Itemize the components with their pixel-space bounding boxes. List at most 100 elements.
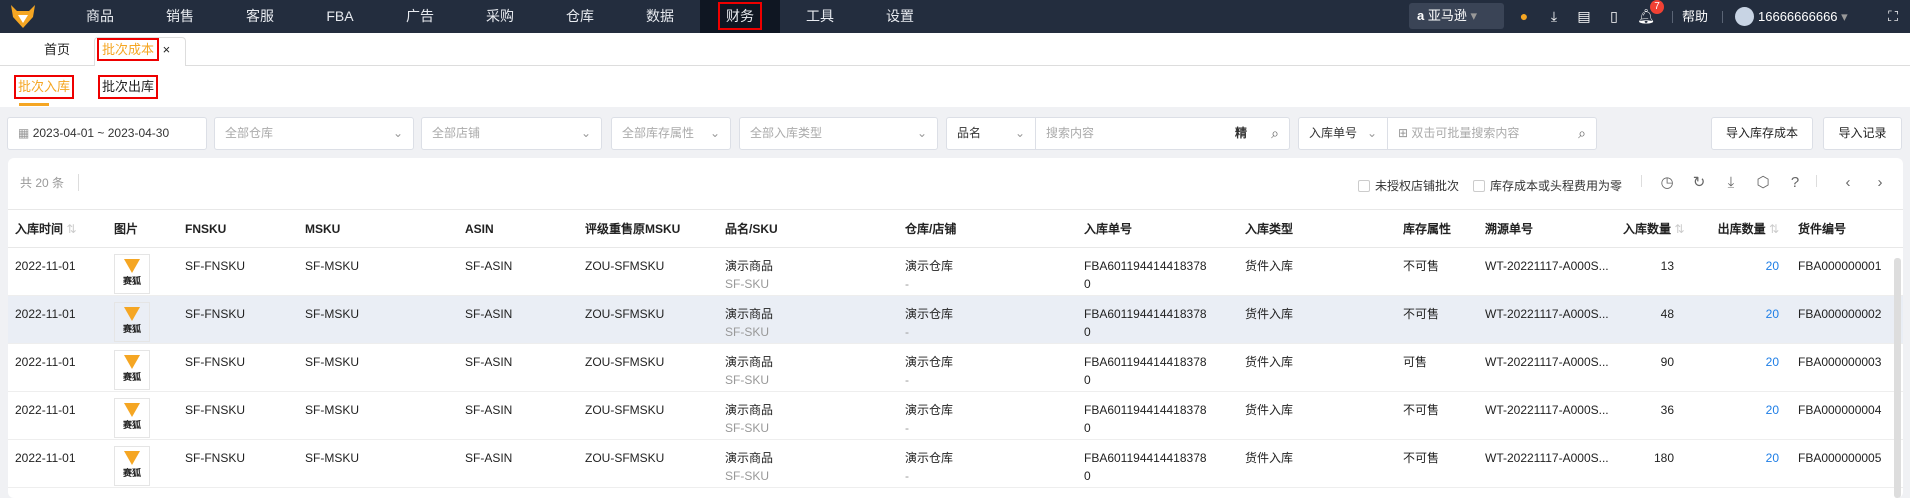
- import-log-button[interactable]: 导入记录: [1823, 117, 1902, 150]
- cell-order2: 0: [1084, 421, 1091, 435]
- column-header[interactable]: MSKU: [298, 209, 458, 248]
- search-field-select[interactable]: 品名 ⌄: [946, 117, 1036, 150]
- nav-item[interactable]: 销售: [140, 0, 220, 33]
- prev-icon[interactable]: ‹: [1838, 173, 1858, 193]
- inbound-type-select[interactable]: 全部入库类型 ⌄: [739, 117, 938, 150]
- product-image[interactable]: 赛狐: [114, 446, 150, 486]
- nav-item[interactable]: 数据: [620, 0, 700, 33]
- warehouse-select[interactable]: 全部仓库 ⌄: [214, 117, 414, 150]
- add-document-icon[interactable]: ▤: [1575, 7, 1593, 25]
- order-field-select[interactable]: 入库单号 ⌄: [1298, 117, 1388, 150]
- divider: [1816, 175, 1817, 187]
- tab-home[interactable]: 首页: [44, 33, 70, 66]
- fox-logo-icon[interactable]: [9, 3, 37, 30]
- cell-name: 演示商品: [725, 451, 774, 465]
- settings-icon[interactable]: ⬡: [1753, 173, 1773, 193]
- search-icon[interactable]: ⌕: [1271, 118, 1279, 149]
- outbound-qty-link[interactable]: 20: [1766, 451, 1779, 465]
- column-header[interactable]: 库存属性: [1396, 209, 1478, 248]
- batch-table: 入库时间 ⇅ 图片 FNSKU MSKU ASIN 评级重售原MSKU 品名/SKU 仓库/店…: [8, 209, 1903, 488]
- sort-icon[interactable]: ⇅: [66, 222, 76, 236]
- nav-item[interactable]: 仓库: [540, 0, 620, 33]
- column-header[interactable]: 出库数量 ⇅: [1686, 209, 1791, 248]
- nav-item[interactable]: 工具: [780, 0, 860, 33]
- column-header[interactable]: 入库数量 ⇅: [1616, 209, 1686, 248]
- stock-attr-select[interactable]: 全部库存属性 ⌄: [611, 117, 731, 150]
- next-icon[interactable]: ›: [1870, 173, 1890, 193]
- zero-cost-checkbox[interactable]: 库存成本或头程费用为零: [1473, 177, 1622, 194]
- import-cost-button[interactable]: 导入库存成本: [1711, 117, 1813, 150]
- table-row[interactable]: 2022-11-01 赛狐 SF-FNSKU SF-MSKU SF-ASIN ZOU-SF…: [8, 439, 1903, 488]
- refresh-icon[interactable]: ↻: [1689, 173, 1709, 193]
- column-header[interactable]: 入库类型: [1238, 209, 1396, 248]
- cell-asin: SF-ASIN: [465, 403, 513, 417]
- table-row[interactable]: 2022-11-01 赛狐 SF-FNSKU SF-MSKU SF-ASIN ZOU-SF…: [8, 391, 1903, 440]
- cell-in: 90: [1660, 355, 1674, 369]
- cell-wh: 演示仓库: [905, 307, 954, 321]
- sort-icon[interactable]: ⇅: [1769, 222, 1779, 236]
- cell-src: WT-20221117-A000S...: [1485, 355, 1609, 369]
- support-icon[interactable]: ●: [1515, 7, 1533, 25]
- outbound-qty-link[interactable]: 20: [1766, 307, 1779, 321]
- search-input[interactable]: 搜索内容精 ⌕: [1035, 117, 1290, 150]
- sort-icon[interactable]: ⇅: [1674, 222, 1684, 236]
- search-icon[interactable]: ⌕: [1578, 118, 1586, 149]
- column-header[interactable]: FNSKU: [178, 209, 298, 248]
- unauthorized-store-checkbox[interactable]: 未授权店铺批次: [1358, 177, 1459, 194]
- nav-item[interactable]: 设置: [860, 0, 940, 33]
- cell-ship: FBA000000004: [1798, 403, 1882, 417]
- product-image[interactable]: 赛狐: [114, 302, 150, 342]
- close-icon[interactable]: ×: [163, 42, 171, 57]
- date-range-picker[interactable]: ▦ 2023-04-01 ~ 2023-04-30: [7, 117, 207, 150]
- table-row[interactable]: 2022-11-01 赛狐 SF-FNSKU SF-MSKU SF-ASIN ZOU-SF…: [8, 295, 1903, 344]
- download-icon[interactable]: ⤓: [1545, 7, 1563, 25]
- table-row[interactable]: 2022-11-01 赛狐 SF-FNSKU SF-MSKU SF-ASIN ZOU-SF…: [8, 343, 1903, 392]
- exact-match-toggle[interactable]: 精: [1235, 118, 1247, 149]
- column-header-label: 库存属性: [1403, 222, 1452, 236]
- column-header-label: 入库单号: [1084, 222, 1133, 236]
- export-download-icon[interactable]: ⤓: [1721, 173, 1741, 193]
- help-icon[interactable]: ?: [1785, 173, 1805, 193]
- product-image[interactable]: 赛狐: [114, 254, 150, 294]
- column-header[interactable]: 货件编号: [1791, 209, 1903, 248]
- nav-item-label: 工具: [806, 8, 834, 24]
- cell-wh: 演示仓库: [905, 403, 954, 417]
- tab-batch-cost[interactable]: 批次成本 ×: [94, 37, 186, 66]
- column-header[interactable]: 溯源单号: [1478, 209, 1616, 248]
- column-header[interactable]: 评级重售原MSKU: [578, 209, 718, 248]
- fullscreen-icon[interactable]: ⛶: [1884, 7, 1902, 25]
- product-image[interactable]: 赛狐: [114, 350, 150, 390]
- nav-item[interactable]: 采购: [460, 0, 540, 33]
- store-select[interactable]: 全部店铺 ⌄: [421, 117, 602, 150]
- nav-item[interactable]: 客服: [220, 0, 300, 33]
- subtab-inbound[interactable]: 批次入库: [14, 75, 75, 99]
- column-header[interactable]: 图片: [107, 209, 178, 248]
- nav-item[interactable]: 广告: [380, 0, 460, 33]
- subtab-outbound[interactable]: 批次出库: [98, 75, 159, 99]
- divider: [1641, 175, 1642, 187]
- column-header[interactable]: 入库单号: [1077, 209, 1238, 248]
- user-menu[interactable]: 16666666666 ▾: [1758, 0, 1848, 33]
- vertical-scrollbar[interactable]: [1894, 258, 1901, 498]
- history-clock-icon[interactable]: ◷: [1657, 173, 1677, 193]
- cell-date: 2022-11-01: [15, 355, 76, 369]
- outbound-qty-link[interactable]: 20: [1766, 259, 1779, 273]
- nav-item[interactable]: 财务: [700, 0, 780, 33]
- nav-item[interactable]: FBA: [300, 0, 380, 33]
- avatar[interactable]: [1735, 7, 1754, 26]
- table-row[interactable]: 2022-11-01 赛狐 SF-FNSKU SF-MSKU SF-ASIN ZOU-SF…: [8, 247, 1903, 296]
- outbound-qty-link[interactable]: 20: [1766, 403, 1779, 417]
- help-link[interactable]: 帮助: [1682, 0, 1708, 33]
- cell-order1: FBA601194414418378: [1084, 403, 1207, 417]
- marketplace-selector[interactable]: a 亚马逊 ▾: [1409, 3, 1504, 29]
- batch-search-input[interactable]: ⊞ 双击可批量搜索内容 ⌕: [1387, 117, 1597, 150]
- column-header[interactable]: 品名/SKU: [718, 209, 898, 248]
- column-header[interactable]: ASIN: [458, 209, 578, 248]
- column-header[interactable]: 仓库/店铺: [898, 209, 1077, 248]
- column-header[interactable]: 入库时间 ⇅: [8, 209, 107, 248]
- fox-logo-icon: [124, 451, 140, 465]
- mobile-icon[interactable]: ▯: [1605, 7, 1623, 25]
- product-image[interactable]: 赛狐: [114, 398, 150, 438]
- outbound-qty-link[interactable]: 20: [1766, 355, 1779, 369]
- nav-item[interactable]: 商品: [60, 0, 140, 33]
